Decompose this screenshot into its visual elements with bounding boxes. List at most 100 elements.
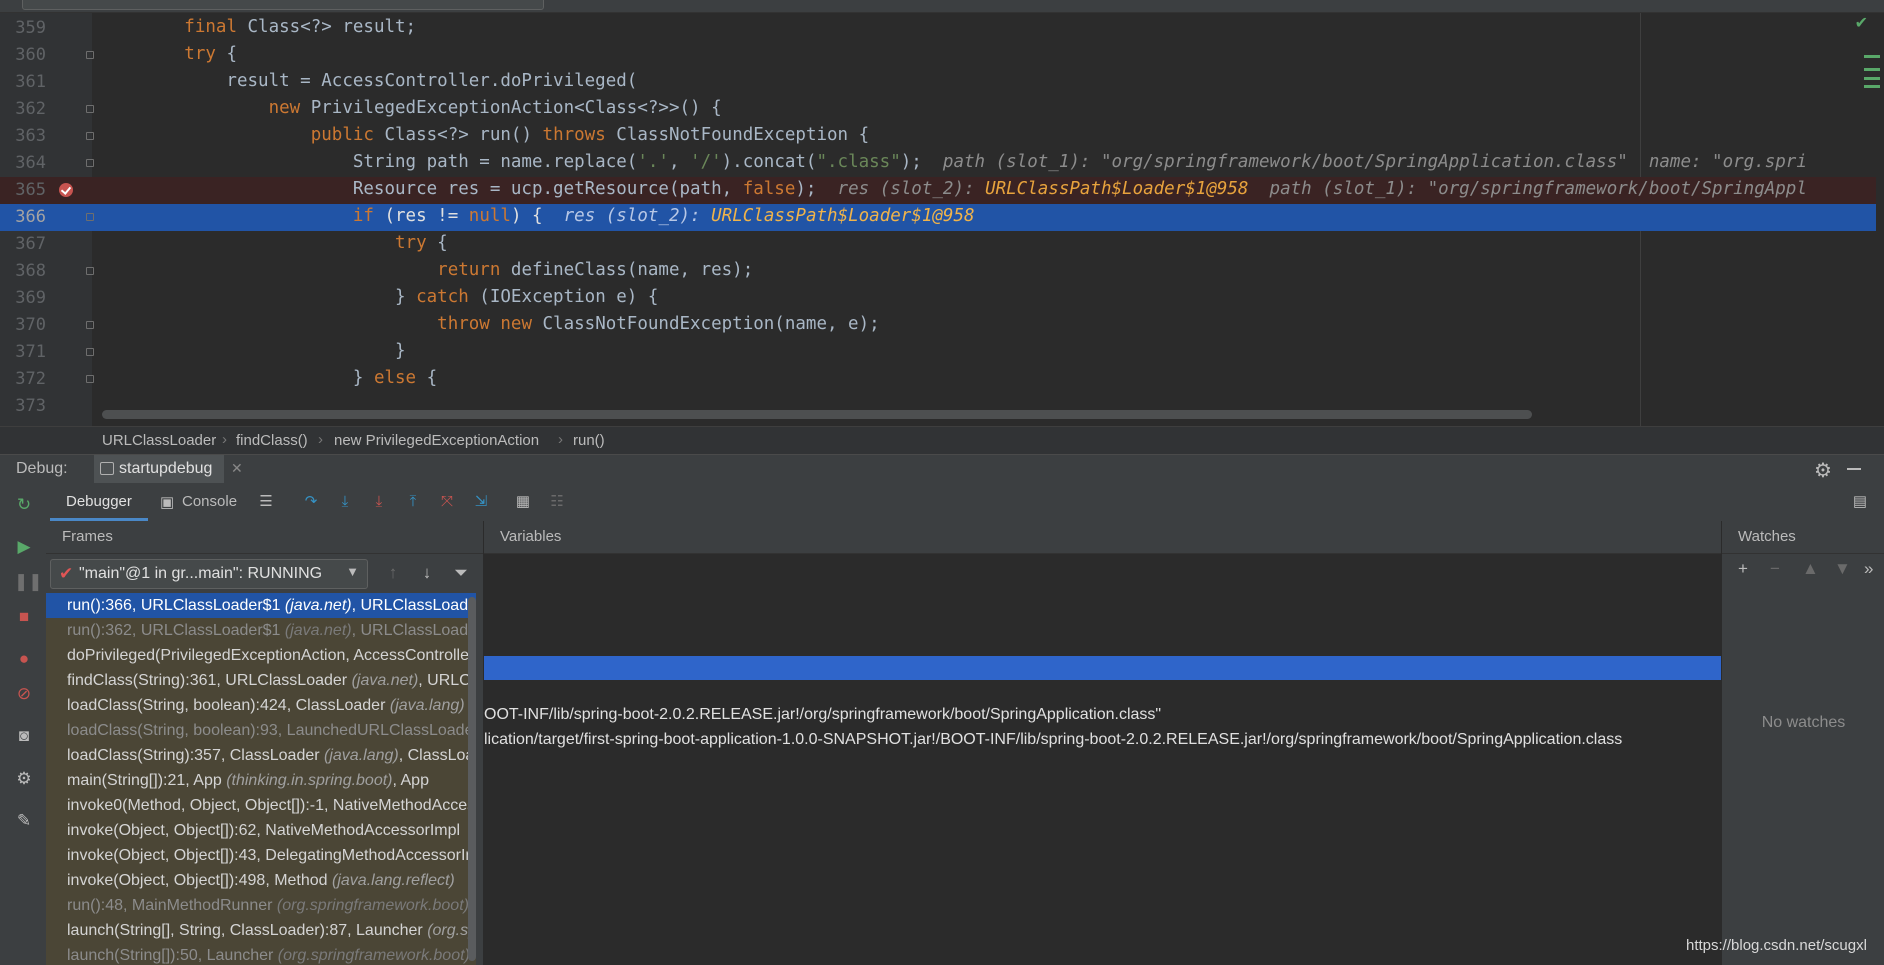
code-text[interactable]: } catch (IOException e) { (100, 287, 658, 307)
step-into-icon[interactable]: ⤓ (335, 493, 355, 511)
camera-icon[interactable]: ◙ (14, 726, 34, 746)
line-number[interactable]: 369 (0, 288, 46, 308)
thread-selector[interactable]: ✔ "main"@1 in gr...main": RUNNING ▼ (50, 559, 368, 589)
line-number[interactable]: 372 (0, 369, 46, 389)
error-stripe-mark[interactable] (1864, 68, 1880, 71)
side-tool-tabs[interactable] (0, 675, 14, 965)
line-number[interactable]: 362 (0, 99, 46, 119)
code-text[interactable]: result = AccessController.doPrivileged( (100, 71, 637, 91)
stack-frame-row[interactable]: findClass(String):361, URLClassLoader (j… (46, 668, 476, 693)
layout-icon[interactable]: ▤ (1850, 493, 1870, 511)
search-field[interactable] (22, 0, 544, 10)
resume-icon[interactable]: ▶ (14, 537, 34, 557)
stack-frame-row[interactable]: loadClass(String, boolean):424, ClassLoa… (46, 693, 476, 718)
step-out-icon[interactable]: ⤒ (403, 493, 423, 511)
line-number[interactable]: 363 (0, 126, 46, 146)
trace-icon[interactable]: ☷ (547, 493, 567, 511)
code-line[interactable]: 371 } (0, 339, 1876, 366)
selected-variable-row[interactable] (484, 656, 1721, 680)
code-text[interactable]: } else { (100, 368, 437, 388)
stack-frame-row[interactable]: invoke(Object, Object[]):498, Method (ja… (46, 868, 476, 893)
fold-marker-icon[interactable] (86, 348, 94, 356)
code-text[interactable]: final Class<?> result; (100, 17, 416, 37)
frames-scrollbar[interactable] (468, 597, 476, 961)
fold-marker-icon[interactable] (86, 159, 94, 167)
mute-breakpoints-icon[interactable]: ⊘ (14, 684, 34, 704)
code-line[interactable]: 372 } else { (0, 366, 1876, 393)
stack-frame-row[interactable]: invoke(Object, Object[]):43, DelegatingM… (46, 843, 476, 868)
fold-marker-icon[interactable] (86, 375, 94, 383)
line-number[interactable]: 373 (0, 396, 46, 416)
breadcrumb-item-privileged-action[interactable]: new PrivilegedExceptionAction (334, 432, 539, 449)
code-text[interactable]: public Class<?> run() throws ClassNotFou… (100, 125, 869, 145)
move-down-icon[interactable]: ▼ (1834, 559, 1851, 579)
line-number[interactable]: 364 (0, 153, 46, 173)
add-watch-icon[interactable]: + (1738, 559, 1748, 579)
line-number[interactable]: 365 (0, 180, 46, 200)
line-number[interactable]: 370 (0, 315, 46, 335)
stack-frame-row[interactable]: invoke0(Method, Object, Object[]):-1, Na… (46, 793, 476, 818)
next-frame-icon[interactable]: ↓ (418, 563, 436, 583)
view-breakpoints-icon[interactable]: ● (14, 649, 34, 669)
variable-value-line[interactable]: lication/target/first-spring-boot-applic… (484, 731, 1622, 749)
error-stripe-mark[interactable] (1864, 55, 1880, 58)
code-line[interactable]: 362 new PrivilegedExceptionAction<Class<… (0, 96, 1876, 123)
line-number[interactable]: 367 (0, 234, 46, 254)
stack-frame-row[interactable]: invoke(Object, Object[]):62, NativeMetho… (46, 818, 476, 843)
stack-frame-row[interactable]: launch(String[]):50, Launcher (org.sprin… (46, 943, 476, 965)
stack-frame-row[interactable]: main(String[]):21, App (thinking.in.spri… (46, 768, 476, 793)
stack-frame-row[interactable]: doPrivileged(PrivilegedExceptionAction, … (46, 643, 476, 668)
remove-watch-icon[interactable]: − (1770, 559, 1780, 579)
settings-icon[interactable]: ⚙ (14, 769, 34, 789)
code-text[interactable]: try { (100, 233, 448, 253)
line-number[interactable]: 371 (0, 342, 46, 362)
code-text[interactable]: Resource res = ucp.getResource(path, fal… (100, 179, 1807, 199)
previous-frame-icon[interactable]: ↑ (384, 563, 402, 583)
fold-marker-icon[interactable] (86, 51, 94, 59)
minimize-icon[interactable] (1847, 468, 1861, 470)
code-text[interactable]: try { (100, 44, 237, 64)
line-number[interactable]: 359 (0, 18, 46, 38)
show-execution-point-icon[interactable]: ☰ (256, 493, 276, 511)
inspection-ok-icon[interactable]: ✔ (1855, 13, 1868, 33)
variable-value-line[interactable]: OOT-INF/lib/spring-boot-2.0.2.RELEASE.ja… (484, 706, 1161, 724)
code-line[interactable]: 370 throw new ClassNotFoundException(nam… (0, 312, 1876, 339)
stack-frame-row[interactable]: run():362, URLClassLoader$1 (java.net), … (46, 618, 476, 643)
code-line[interactable]: 359 final Class<?> result; (0, 15, 1876, 42)
stack-frame-row[interactable]: loadClass(String, boolean):93, LaunchedU… (46, 718, 476, 743)
code-line[interactable]: 364 String path = name.replace('.', '/')… (0, 150, 1876, 177)
error-stripe-mark[interactable] (1864, 85, 1880, 88)
fold-marker-icon[interactable] (86, 321, 94, 329)
fold-marker-icon[interactable] (86, 105, 94, 113)
code-line[interactable]: 363 public Class<?> run() throws ClassNo… (0, 123, 1876, 150)
code-line[interactable]: 365 Resource res = ucp.getResource(path,… (0, 177, 1876, 204)
frames-list[interactable]: run():366, URLClassLoader$1 (java.net), … (46, 593, 476, 965)
gear-icon[interactable]: ⚙ (1814, 458, 1832, 483)
stack-frame-row[interactable]: run():366, URLClassLoader$1 (java.net), … (46, 593, 476, 618)
force-step-into-icon[interactable]: ⤓ (369, 493, 389, 511)
rerun-icon[interactable]: ↻ (14, 495, 34, 515)
stack-frame-row[interactable]: loadClass(String):357, ClassLoader (java… (46, 743, 476, 768)
stack-frame-row[interactable]: run():48, MainMethodRunner (org.springfr… (46, 893, 476, 918)
code-line[interactable]: 368 return defineClass(name, res); (0, 258, 1876, 285)
code-text[interactable]: return defineClass(name, res); (100, 260, 753, 280)
fold-marker-icon[interactable] (86, 132, 94, 140)
session-tab-startupdebug[interactable]: startupdebug ✕ (94, 455, 243, 483)
error-stripe-mark[interactable] (1864, 77, 1880, 80)
stack-frame-row[interactable]: launch(String[], String, ClassLoader):87… (46, 918, 476, 943)
move-up-icon[interactable]: ▲ (1802, 559, 1819, 579)
more-icon[interactable]: » (1864, 559, 1873, 579)
line-number[interactable]: 361 (0, 72, 46, 92)
code-text[interactable]: new PrivilegedExceptionAction<Class<?>>(… (100, 98, 722, 118)
code-text[interactable]: if (res != null) { res (slot_2): URLClas… (100, 206, 975, 226)
code-text[interactable]: throw new ClassNotFoundException(name, e… (100, 314, 880, 334)
editor-horizontal-scrollbar[interactable] (102, 410, 1532, 419)
drop-frame-icon[interactable]: ⤧ (437, 493, 457, 511)
evaluate-expression-icon[interactable]: ▦ (513, 493, 533, 511)
stop-icon[interactable]: ■ (14, 607, 34, 627)
breadcrumb-item-run[interactable]: run() (573, 432, 605, 449)
fold-marker-icon[interactable] (86, 267, 94, 275)
code-line[interactable]: 361 result = AccessController.doPrivileg… (0, 69, 1876, 96)
step-over-icon[interactable]: ↷ (301, 493, 321, 511)
code-line[interactable]: 360 try { (0, 42, 1876, 69)
